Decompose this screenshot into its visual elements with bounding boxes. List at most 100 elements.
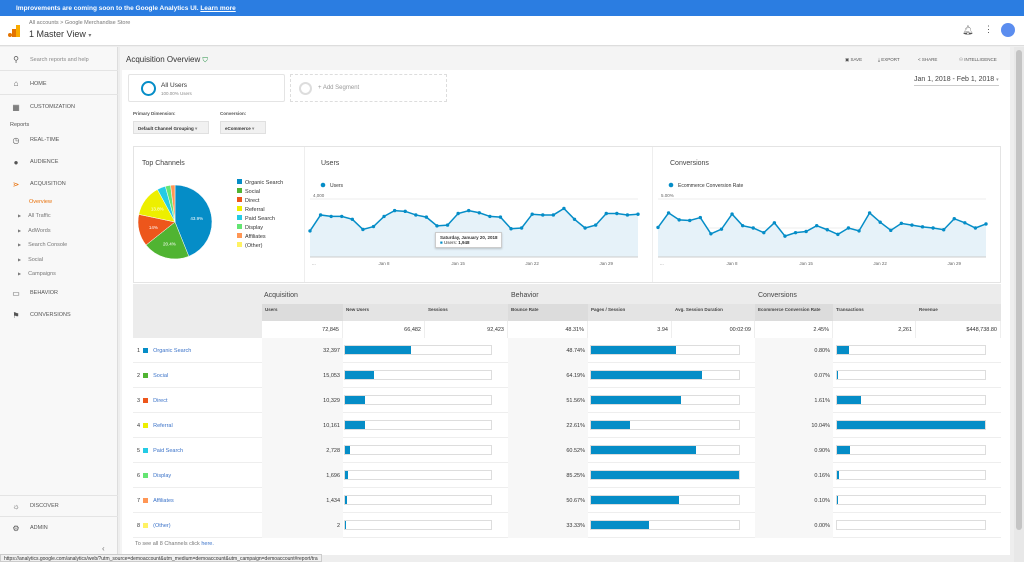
data-point[interactable] xyxy=(889,228,893,233)
data-point[interactable] xyxy=(751,226,755,230)
data-point[interactable] xyxy=(793,230,798,235)
sidebar-item-acquisition[interactable]: ⋗ ACQUISITION xyxy=(0,173,118,195)
sidebar-item-customization[interactable]: ▦ CUSTOMIZATION xyxy=(0,96,118,118)
data-point[interactable] xyxy=(984,222,988,226)
data-point[interactable] xyxy=(762,230,766,235)
channel-link[interactable]: Affiliates xyxy=(153,498,174,504)
collapse-sidebar-icon[interactable]: ‹ xyxy=(102,544,105,553)
data-point[interactable] xyxy=(677,218,681,222)
channel-link[interactable]: (Other) xyxy=(153,523,170,529)
data-point[interactable] xyxy=(952,217,956,221)
channel-link[interactable]: Display xyxy=(153,473,171,479)
channel-link[interactable]: Referral xyxy=(153,423,173,429)
data-point[interactable] xyxy=(477,211,481,215)
data-point[interactable] xyxy=(783,234,787,238)
data-point[interactable] xyxy=(666,211,671,215)
data-point[interactable] xyxy=(920,225,925,229)
data-point[interactable] xyxy=(551,213,556,217)
data-point[interactable] xyxy=(636,212,640,216)
sidebar-item-adwords[interactable]: ▶ AdWords xyxy=(18,228,51,234)
data-point[interactable] xyxy=(688,218,692,223)
data-point[interactable] xyxy=(593,223,598,227)
channel-link[interactable]: Social xyxy=(153,373,168,379)
data-point[interactable] xyxy=(846,226,851,230)
channel-link[interactable]: Organic Search xyxy=(153,348,191,354)
data-point[interactable] xyxy=(403,209,407,214)
channel-link[interactable]: Direct xyxy=(153,398,167,404)
data-point[interactable] xyxy=(456,211,460,216)
data-point[interactable] xyxy=(867,211,872,215)
data-point[interactable] xyxy=(414,213,418,217)
sidebar-item-audience[interactable]: ● AUDIENCE xyxy=(0,151,118,173)
data-point[interactable] xyxy=(435,224,439,228)
data-point[interactable] xyxy=(350,217,355,221)
data-point[interactable] xyxy=(424,215,429,219)
sidebar-item-social[interactable]: ▶ Social xyxy=(18,257,43,263)
segment-all-users[interactable]: All Users 100.00% Users xyxy=(128,74,285,102)
data-point[interactable] xyxy=(445,223,450,227)
data-point[interactable] xyxy=(730,212,734,216)
sidebar-item-real-time[interactable]: ◷ REAL-TIME xyxy=(0,129,118,151)
share-button[interactable]: < SHARE xyxy=(918,57,937,62)
intelligence-button[interactable]: ⚇ INTELLIGENCE xyxy=(959,57,997,63)
avatar[interactable] xyxy=(1001,23,1015,37)
data-point[interactable] xyxy=(329,214,333,219)
data-point[interactable] xyxy=(836,232,840,237)
sidebar-item-behavior[interactable]: ▭ BEHAVIOR xyxy=(0,282,118,304)
data-point[interactable] xyxy=(857,229,861,233)
sidebar-item-campaigns[interactable]: ▶ Campaigns xyxy=(18,271,56,277)
data-point[interactable] xyxy=(941,228,946,232)
data-point[interactable] xyxy=(530,212,534,216)
scrollbar-thumb[interactable] xyxy=(1016,50,1022,530)
data-point[interactable] xyxy=(772,221,777,225)
data-point[interactable] xyxy=(878,220,882,224)
data-point[interactable] xyxy=(498,215,503,219)
data-point[interactable] xyxy=(583,226,587,230)
add-segment-button[interactable]: + Add Segment xyxy=(290,74,447,102)
more-vert-icon[interactable]: ⋮ xyxy=(984,24,993,35)
sidebar-item-conversions[interactable]: ⚑ CONVERSIONS xyxy=(0,304,118,326)
see-all-channels-link[interactable]: here. xyxy=(201,541,214,547)
data-point[interactable] xyxy=(910,223,914,227)
data-point[interactable] xyxy=(698,215,703,220)
channel-link[interactable]: Paid Search xyxy=(153,448,183,454)
data-point[interactable] xyxy=(562,206,566,211)
data-point[interactable] xyxy=(931,226,935,230)
data-point[interactable] xyxy=(509,227,513,231)
data-point[interactable] xyxy=(604,211,608,216)
export-button[interactable]: ⤓ EXPORT xyxy=(878,57,900,62)
data-point[interactable] xyxy=(488,214,492,219)
sidebar-item-home[interactable]: ⌂ HOME xyxy=(0,73,118,95)
scrollbar[interactable] xyxy=(1014,47,1024,562)
sidebar-item-search-console[interactable]: ▶ Search Console xyxy=(18,242,67,248)
learn-more-link[interactable]: Learn more xyxy=(200,5,235,12)
data-point[interactable] xyxy=(340,214,344,219)
data-point[interactable] xyxy=(615,211,619,216)
data-point[interactable] xyxy=(709,232,713,236)
save-button[interactable]: ▣ SAVE xyxy=(845,57,862,63)
view-selector[interactable]: 1 Master View ▾ xyxy=(29,29,91,39)
date-range-picker[interactable]: Jan 1, 2018 - Feb 1, 2018 ▾ xyxy=(914,76,999,86)
data-point[interactable] xyxy=(308,229,312,233)
bell-icon[interactable]: 🔔︎ xyxy=(962,25,973,36)
data-point[interactable] xyxy=(719,227,724,231)
data-point[interactable] xyxy=(519,226,524,230)
data-point[interactable] xyxy=(899,221,904,226)
search-reports-input[interactable]: ⚲ Search reports and help xyxy=(0,49,118,71)
data-point[interactable] xyxy=(963,221,967,225)
data-point[interactable] xyxy=(656,225,660,230)
data-point[interactable] xyxy=(541,213,545,217)
data-point[interactable] xyxy=(382,214,386,219)
data-point[interactable] xyxy=(973,226,978,230)
data-point[interactable] xyxy=(467,208,471,213)
data-point[interactable] xyxy=(825,228,829,232)
data-point[interactable] xyxy=(392,208,397,213)
data-point[interactable] xyxy=(740,223,745,228)
data-point[interactable] xyxy=(625,213,630,217)
sidebar-item-admin[interactable]: ⚙ ADMIN xyxy=(0,517,118,539)
sidebar-item-all-traffic[interactable]: ▶ All Traffic xyxy=(18,213,51,219)
data-point[interactable] xyxy=(572,217,577,221)
data-point[interactable] xyxy=(804,229,808,234)
data-point[interactable] xyxy=(318,213,323,217)
data-point[interactable] xyxy=(371,224,376,229)
